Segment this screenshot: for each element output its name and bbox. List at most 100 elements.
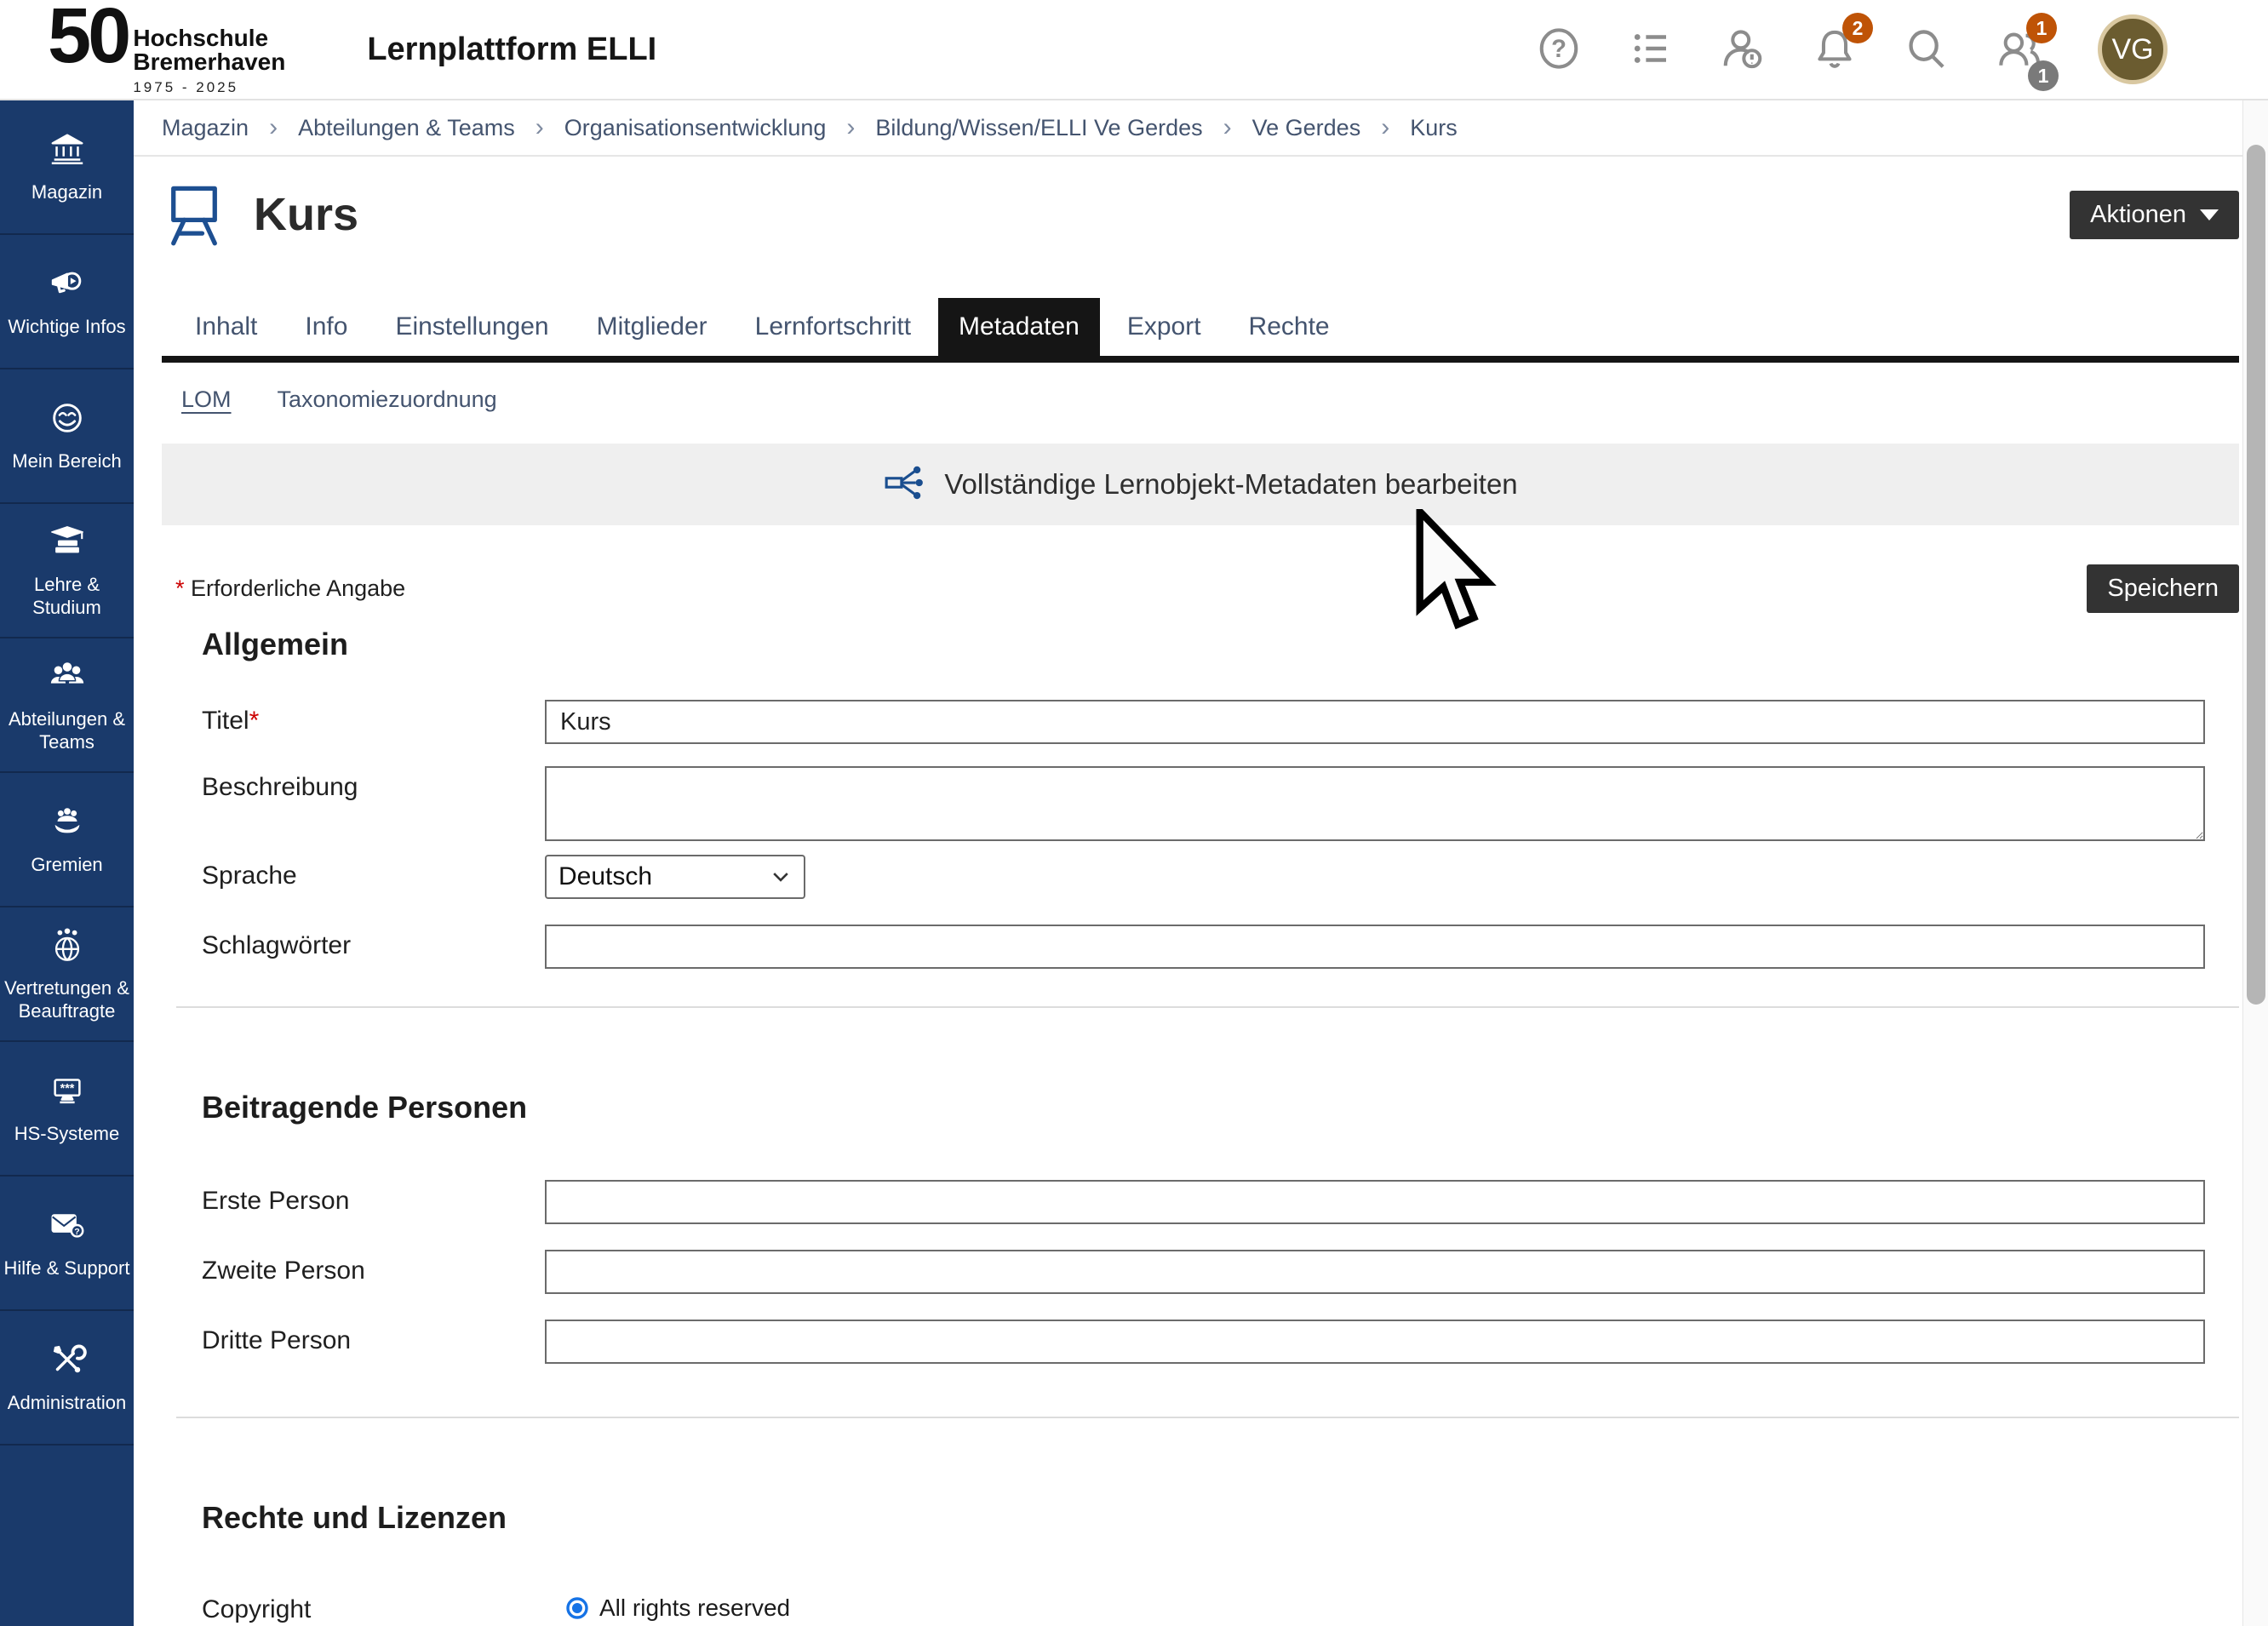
sidebar-item-abteilungen-teams[interactable]: Abteilungen & Teams xyxy=(0,638,134,773)
sidebar-item-magazin[interactable]: Magazin xyxy=(0,100,134,235)
field-row-titel: Titel* xyxy=(162,700,2239,744)
required-hint-text: Erforderliche Angabe xyxy=(191,575,405,601)
search-button[interactable] xyxy=(1902,25,1951,74)
todo-list-button[interactable] xyxy=(1626,25,1675,74)
sprache-selected-value: Deutsch xyxy=(558,862,652,891)
breadcrumb-ve-gerdes[interactable]: Ve Gerdes xyxy=(1252,115,1361,141)
field-row-dritte-person: Dritte Person xyxy=(162,1320,2239,1364)
hochschule-bremerhaven-logo[interactable]: 50 Hochschule Bremerhaven 1975 - 2025 xyxy=(48,4,285,94)
section-heading-allgemein: Allgemein xyxy=(202,627,2239,662)
beschreibung-textarea[interactable] xyxy=(545,766,2205,841)
chevron-down-icon xyxy=(2200,209,2219,220)
main-sidebar: Magazin Wichtige Infos xyxy=(0,100,134,1626)
beschreibung-label: Beschreibung xyxy=(202,766,545,841)
zweite-person-label: Zweite Person xyxy=(202,1250,545,1294)
help-button[interactable]: ? xyxy=(1534,25,1584,74)
sprache-select[interactable]: Deutsch xyxy=(545,855,805,899)
breadcrumb-organisationsentwicklung[interactable]: Organisationsentwicklung xyxy=(564,115,827,141)
main-content: Magazin › Abteilungen & Teams › Organisa… xyxy=(134,100,2268,1626)
field-row-schlagwoerter: Schlagwörter xyxy=(162,925,2239,969)
chevron-right-icon: › xyxy=(269,113,278,142)
dritte-person-label: Dritte Person xyxy=(202,1320,545,1364)
page-title: Kurs xyxy=(254,188,358,241)
vertical-scrollbar[interactable] xyxy=(2242,100,2268,1626)
sidebar-item-wichtige-infos[interactable]: Wichtige Infos xyxy=(0,235,134,369)
subtab-taxonomiezuordnung[interactable]: Taxonomiezuordnung xyxy=(278,386,497,413)
logo-years: 1975 - 2025 xyxy=(133,80,285,94)
sidebar-item-gremien[interactable]: Gremien xyxy=(0,773,134,907)
sidebar-label: Administration xyxy=(8,1392,126,1415)
chevron-down-icon xyxy=(770,866,792,888)
svg-text:?: ? xyxy=(1551,35,1566,62)
sidebar-label: Wichtige Infos xyxy=(8,316,125,339)
metadata-subtabs: LOM Taxonomiezuordnung xyxy=(162,363,2239,413)
breadcrumb-magazin[interactable]: Magazin xyxy=(162,115,249,141)
titel-input[interactable] xyxy=(545,700,2205,744)
radio-checked-icon xyxy=(564,1595,591,1622)
help-icon: ? xyxy=(1536,26,1582,74)
sidebar-item-mein-bereich[interactable]: Mein Bereich xyxy=(0,369,134,504)
user-avatar[interactable]: VG xyxy=(2098,14,2168,84)
tab-inhalt[interactable]: Inhalt xyxy=(175,298,278,356)
field-row-beschreibung: Beschreibung xyxy=(162,766,2239,841)
logo-line1: Hochschule xyxy=(133,26,285,51)
tab-rechte[interactable]: Rechte xyxy=(1228,298,1350,356)
tab-info[interactable]: Info xyxy=(284,298,368,356)
zweite-person-input[interactable] xyxy=(545,1250,2205,1294)
top-header: 50 Hochschule Bremerhaven 1975 - 2025 Le… xyxy=(0,0,2268,100)
tab-lernfortschritt[interactable]: Lernfortschritt xyxy=(735,298,931,356)
notifications-button[interactable]: 2 xyxy=(1810,25,1859,74)
logo-line2: Bremerhaven xyxy=(133,50,285,75)
section-heading-beitragende: Beitragende Personen xyxy=(202,1090,2239,1125)
copyright-label: Copyright xyxy=(202,1589,545,1624)
titel-label-text: Titel xyxy=(202,707,249,735)
sidebar-item-hilfe-support[interactable]: ? Hilfe & Support xyxy=(0,1177,134,1311)
dritte-person-input[interactable] xyxy=(545,1320,2205,1364)
header-icon-bar: ? xyxy=(1534,14,2168,84)
chevron-right-icon: › xyxy=(846,113,855,142)
copyright-radio-option[interactable]: All rights reserved xyxy=(545,1589,790,1624)
breadcrumb-kurs[interactable]: Kurs xyxy=(1410,115,1458,141)
tab-einstellungen[interactable]: Einstellungen xyxy=(375,298,569,356)
erste-person-input[interactable] xyxy=(545,1180,2205,1224)
globe-people-icon xyxy=(48,925,87,969)
schlagwoerter-label: Schlagwörter xyxy=(202,925,545,969)
titel-required-star: * xyxy=(249,707,260,735)
sidebar-item-administration[interactable]: Administration xyxy=(0,1311,134,1446)
tab-export[interactable]: Export xyxy=(1107,298,1222,356)
breadcrumb-bildung-wissen[interactable]: Bildung/Wissen/ELLI Ve Gerdes xyxy=(875,115,1202,141)
speichern-button[interactable]: Speichern xyxy=(2087,564,2239,613)
aktionen-button[interactable]: Aktionen xyxy=(2070,191,2239,239)
contacts-button[interactable]: 1 1 xyxy=(1994,25,2043,74)
edit-full-metadata-banner[interactable]: Vollständige Lernobjekt-Metadaten bearbe… xyxy=(162,444,2239,525)
schlagwoerter-input[interactable] xyxy=(545,925,2205,969)
monitor-icon: *** xyxy=(48,1071,87,1114)
list-icon xyxy=(1628,26,1674,74)
breadcrumb: Magazin › Abteilungen & Teams › Organisa… xyxy=(134,100,2268,157)
subtab-lom[interactable]: LOM xyxy=(181,386,232,413)
sidebar-item-hs-systeme[interactable]: *** HS-Systeme xyxy=(0,1042,134,1177)
sidebar-item-vertretungen-beauftragte[interactable]: Vertretungen & Beauftragte xyxy=(0,907,134,1042)
aktionen-label: Aktionen xyxy=(2090,201,2186,229)
field-row-copyright: Copyright All rights reserved xyxy=(162,1589,2239,1624)
tab-metadaten[interactable]: Metadaten xyxy=(938,298,1100,356)
bank-icon xyxy=(48,129,87,173)
education-icon xyxy=(48,522,87,565)
megaphone-icon xyxy=(48,264,87,307)
contacts-badge-bottom: 1 xyxy=(2028,60,2059,91)
user-alert-icon xyxy=(1720,26,1766,74)
app-window: 50 Hochschule Bremerhaven 1975 - 2025 Le… xyxy=(0,0,2268,1626)
sidebar-label: Abteilungen & Teams xyxy=(3,708,130,754)
committee-icon xyxy=(48,802,87,845)
logo-number: 50 xyxy=(48,4,128,68)
breadcrumb-abteilungen-teams[interactable]: Abteilungen & Teams xyxy=(298,115,515,141)
sidebar-label: Gremien xyxy=(31,854,102,877)
svg-text:?: ? xyxy=(74,1227,79,1237)
form-header-row: * Erforderliche Angabe Speichern xyxy=(162,564,2239,613)
membership-requests-button[interactable] xyxy=(1718,25,1767,74)
sprache-label: Sprache xyxy=(202,855,545,899)
mail-help-icon: ? xyxy=(48,1205,87,1249)
scrollbar-thumb[interactable] xyxy=(2247,145,2265,1005)
tab-mitglieder[interactable]: Mitglieder xyxy=(576,298,728,356)
sidebar-item-lehre-studium[interactable]: Lehre & Studium xyxy=(0,504,134,638)
